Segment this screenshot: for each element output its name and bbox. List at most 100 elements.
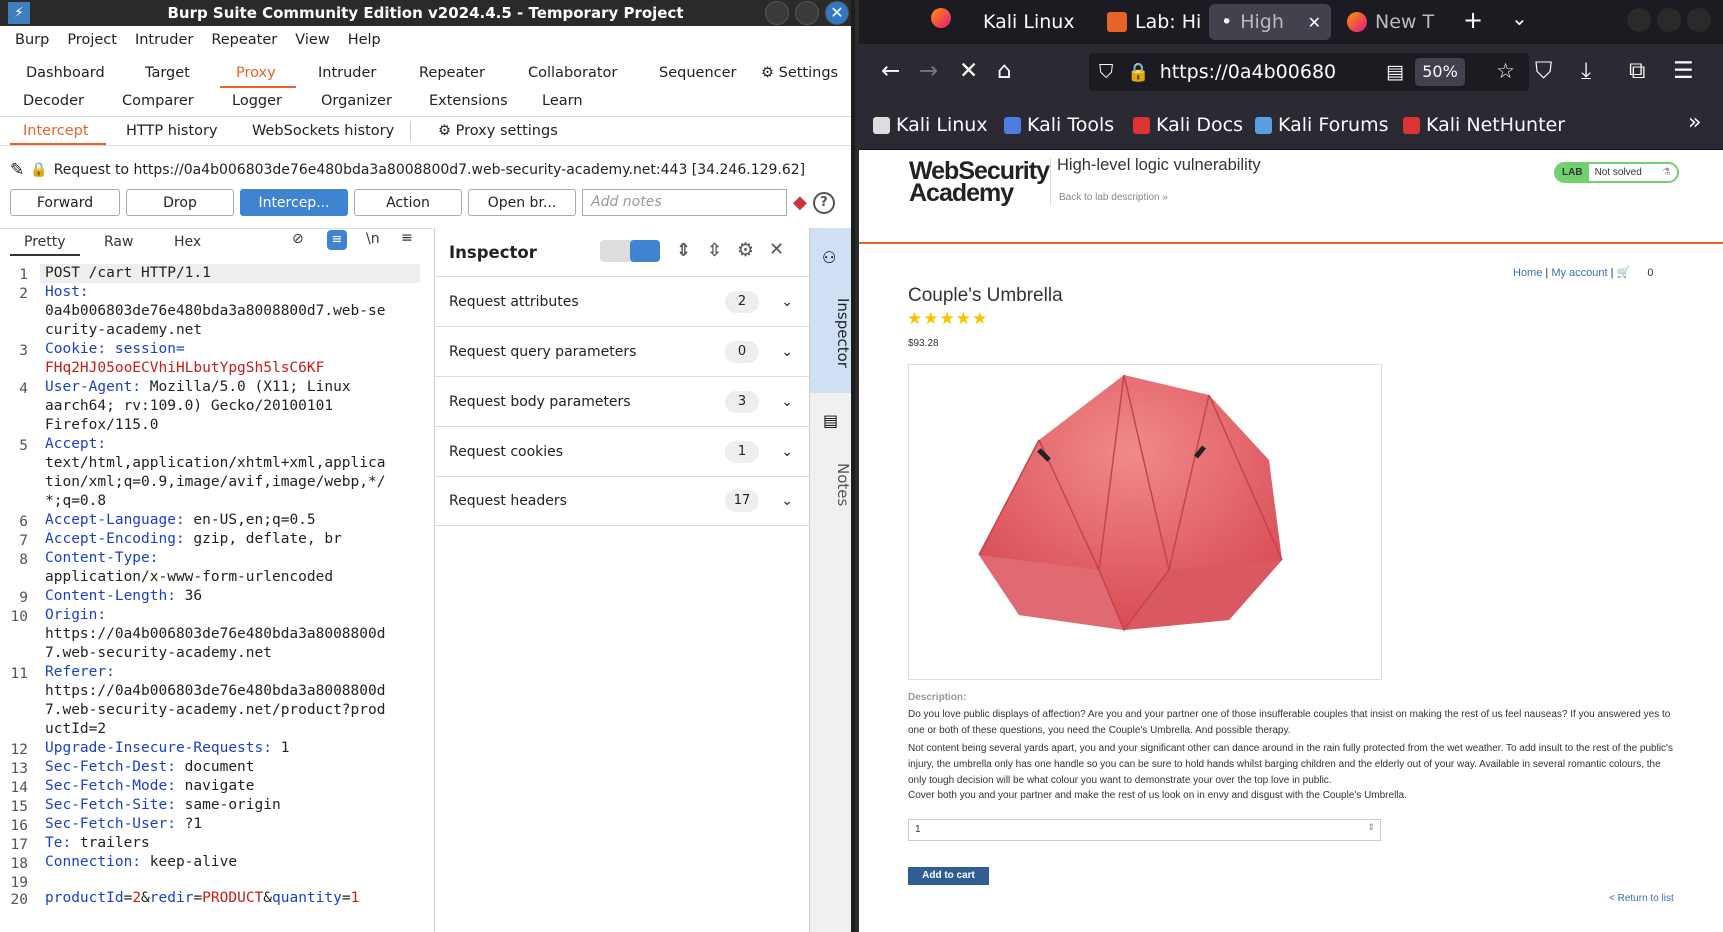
bookmark-kali-nethunter[interactable]: Kali NetHunter [1403, 114, 1565, 136]
cart-icon[interactable]: 🛒 [1617, 267, 1631, 279]
browser-tab-new[interactable]: New T [1335, 4, 1443, 40]
pencil-icon[interactable]: ✎ [10, 160, 24, 180]
newline-toggle[interactable]: \n [366, 231, 380, 247]
close-window-button[interactable] [1687, 8, 1711, 32]
code-line[interactable]: User-Agent: Mozilla/5.0 (X11; Linux aarc… [45, 378, 430, 435]
inspector-row-cookies[interactable]: Request cookies 1 ⌄ [435, 426, 809, 476]
forward-icon[interactable]: → [919, 58, 938, 84]
browser-tab-kali-linux[interactable]: Kali Linux [971, 4, 1091, 40]
inspector-row-query-params[interactable]: Request query parameters 0 ⌄ [435, 326, 809, 376]
wrap-lines-icon[interactable]: ≡ [327, 230, 347, 250]
close-window-button[interactable]: ✕ [825, 1, 849, 25]
notes-side-label[interactable]: Notes [810, 450, 851, 520]
drop-button[interactable]: Drop [126, 189, 234, 216]
tab-settings[interactable]: ⚙ Settings [761, 65, 838, 81]
code-line[interactable]: Connection: keep-alive [45, 853, 430, 872]
tab-logger[interactable]: Logger [232, 93, 282, 109]
code-line[interactable]: Accept-Language: en-US,en;q=0.5 [45, 511, 430, 530]
menu-intruder[interactable]: Intruder [126, 32, 202, 48]
notes-input[interactable]: Add notes [582, 189, 787, 216]
menu-burp[interactable]: Burp [6, 32, 58, 48]
tab-proxy[interactable]: Proxy [236, 65, 276, 81]
help-icon[interactable]: ? [812, 191, 835, 214]
extensions-icon[interactable]: ⧉ [1629, 58, 1645, 84]
tab-hex[interactable]: Hex [174, 234, 201, 250]
inspector-side-label[interactable]: Inspector [810, 283, 851, 383]
code-line[interactable]: POST /cart HTTP/1.1 [45, 264, 430, 283]
subtab-intercept[interactable]: Intercept [23, 123, 89, 139]
bookmark-kali-linux[interactable]: Kali Linux [873, 114, 988, 136]
tab-organizer[interactable]: Organizer [321, 93, 392, 109]
code-line[interactable]: Sec-Fetch-User: ?1 [45, 815, 430, 834]
intercept-toggle-button[interactable]: Intercep... [240, 189, 348, 216]
inspector-row-headers[interactable]: Request headers 17 ⌄ [435, 476, 809, 526]
code-line[interactable]: Sec-Fetch-Dest: document [45, 758, 430, 777]
code-line[interactable]: Referer: https://0a4b006803de76e480bda3a… [45, 663, 430, 739]
code-line[interactable]: Accept: text/html,application/xhtml+xml,… [45, 435, 430, 511]
inspector-row-attributes[interactable]: Request attributes 2 ⌄ [435, 276, 809, 326]
action-button[interactable]: Action [354, 189, 462, 216]
browser-tab-lab[interactable]: Lab: Hi [1095, 4, 1205, 40]
subtab-websockets-history[interactable]: WebSockets history [252, 123, 394, 139]
back-icon[interactable]: ← [881, 58, 900, 84]
bookmark-star-icon[interactable]: ☆ [1496, 59, 1515, 83]
bookmark-kali-forums[interactable]: Kali Forums [1255, 114, 1389, 136]
quantity-stepper[interactable]: 1 ⇕ [908, 819, 1381, 841]
tab-sequencer[interactable]: Sequencer [659, 65, 736, 81]
tab-comparer[interactable]: Comparer [122, 93, 194, 109]
tab-pretty[interactable]: Pretty [24, 234, 66, 250]
eye-slash-icon[interactable]: ⊘ [292, 231, 304, 247]
code-line[interactable]: productId=2&redir=PRODUCT&quantity=1 [45, 889, 430, 908]
forward-button[interactable]: Forward [10, 189, 120, 216]
firefox-view-icon[interactable] [931, 8, 951, 33]
close-tab-icon[interactable]: ✕ [1308, 13, 1321, 32]
my-account-link[interactable]: My account [1551, 267, 1607, 279]
menu-help[interactable]: Help [339, 32, 390, 48]
tab-collaborator[interactable]: Collaborator [528, 65, 617, 81]
menu-view[interactable]: View [286, 32, 338, 48]
code-line[interactable]: Origin: https://0a4b006803de76e480bda3a8… [45, 606, 430, 663]
code-line[interactable]: Sec-Fetch-Mode: navigate [45, 777, 430, 796]
stepper-arrows-icon[interactable]: ⇕ [1367, 822, 1375, 833]
palette-icon[interactable]: ◆ [793, 192, 807, 213]
more-bookmarks-icon[interactable]: » [1688, 110, 1701, 135]
add-to-cart-button[interactable]: Add to cart [908, 867, 989, 885]
code-line[interactable]: Sec-Fetch-Site: same-origin [45, 796, 430, 815]
list-tabs-icon[interactable]: ⌄ [1511, 6, 1528, 30]
code-line[interactable]: Host: 0a4b006803de76e480bda3a8008800d7.w… [45, 283, 430, 340]
stop-icon[interactable]: ✕ [959, 58, 978, 84]
reader-mode-icon[interactable]: ▤ [1386, 61, 1404, 83]
tab-raw[interactable]: Raw [104, 234, 133, 250]
url-bar[interactable]: ⛉ 🔒 https://0a4b00680 ▤ 50% ☆ [1089, 53, 1529, 91]
subtab-proxy-settings[interactable]: ⚙ Proxy settings [438, 123, 558, 139]
tab-target[interactable]: Target [145, 65, 190, 81]
tab-repeater[interactable]: Repeater [419, 65, 485, 81]
request-editor[interactable]: 1 POST /cart HTTP/1.1 2 Host: 0a4b006803de7… [0, 258, 433, 932]
expand-all-icon[interactable]: ⇕ [676, 240, 691, 261]
return-to-list-link[interactable]: < Return to list [1609, 893, 1674, 904]
code-line[interactable]: Content-Type: application/x-www-form-url… [45, 549, 430, 587]
new-tab-icon[interactable]: + [1463, 6, 1483, 34]
web-security-academy-logo[interactable]: WebSecurity Academy [909, 159, 1050, 206]
lock-icon[interactable]: 🔒 [1127, 62, 1149, 83]
code-line[interactable]: Cookie: session= FHq2HJ05ooECVhiHLbutYpg… [45, 340, 430, 378]
open-browser-button[interactable]: Open br... [468, 189, 576, 216]
tab-learn[interactable]: Learn [542, 93, 583, 109]
tab-decoder[interactable]: Decoder [23, 93, 84, 109]
zoom-level[interactable]: 50% [1415, 58, 1465, 86]
bookmark-kali-docs[interactable]: Kali Docs [1133, 114, 1243, 136]
menu-repeater[interactable]: Repeater [202, 32, 286, 48]
code-line[interactable]: Te: trailers [45, 834, 430, 853]
home-icon[interactable]: ⌂ [997, 58, 1012, 84]
menu-project[interactable]: Project [58, 32, 126, 48]
hamburger-menu-icon[interactable]: ☰ [1673, 58, 1694, 84]
pocket-icon[interactable]: ⛉ [1535, 58, 1552, 84]
subtab-http-history[interactable]: HTTP history [126, 123, 218, 139]
tab-intruder[interactable]: Intruder [318, 65, 376, 81]
layout-toggle[interactable] [600, 240, 660, 262]
bookmark-kali-tools[interactable]: Kali Tools [1004, 114, 1114, 136]
tab-dashboard[interactable]: Dashboard [26, 65, 105, 81]
minimize-button[interactable] [1627, 8, 1651, 32]
browser-tab-high-level[interactable]: • High ✕ [1209, 4, 1331, 40]
code-line[interactable]: Accept-Encoding: gzip, deflate, br [45, 530, 430, 549]
